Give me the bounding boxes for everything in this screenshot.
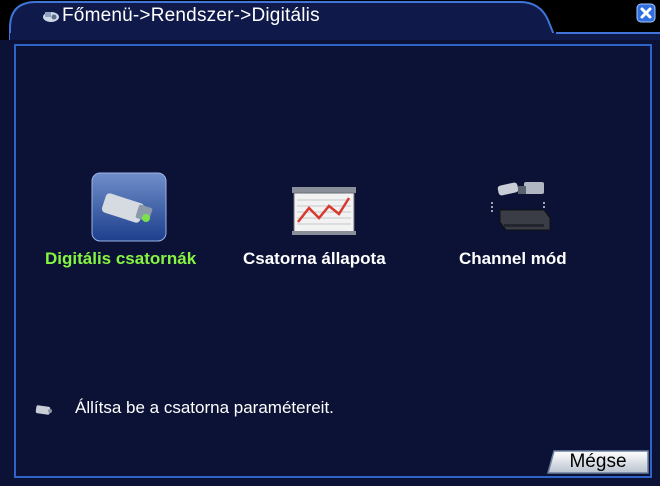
close-icon[interactable] (636, 3, 656, 23)
title-bar: Főmenü->Rendszer->Digitális (0, 0, 660, 40)
channel-mode-icon (491, 182, 551, 231)
home-icon (43, 12, 59, 22)
ip-camera-icon (91, 172, 167, 242)
menu-item-label: Digitális csatornák (45, 249, 197, 268)
menu-item-label: Channel mód (459, 249, 567, 268)
camera-small-icon (35, 405, 52, 415)
cancel-button-label: Mégse (569, 451, 627, 472)
menu-item-digital-channels[interactable]: Digitális csatornák (40, 170, 220, 270)
menu-item-channel-mode[interactable]: Channel mód (440, 170, 600, 270)
breadcrumb: Főmenü->Rendszer->Digitális (62, 5, 320, 26)
digital-settings-window: Főmenü->Rendszer->Digitális Digitális cs… (0, 0, 660, 486)
menu-item-channel-status[interactable]: Csatorna állapota (240, 170, 410, 270)
hint-text: Állítsa be a csatorna paramétereit. (75, 398, 334, 417)
status-chart-icon (292, 187, 356, 235)
menu-item-label: Csatorna állapota (243, 249, 386, 268)
cancel-button[interactable]: Mégse (546, 449, 650, 475)
